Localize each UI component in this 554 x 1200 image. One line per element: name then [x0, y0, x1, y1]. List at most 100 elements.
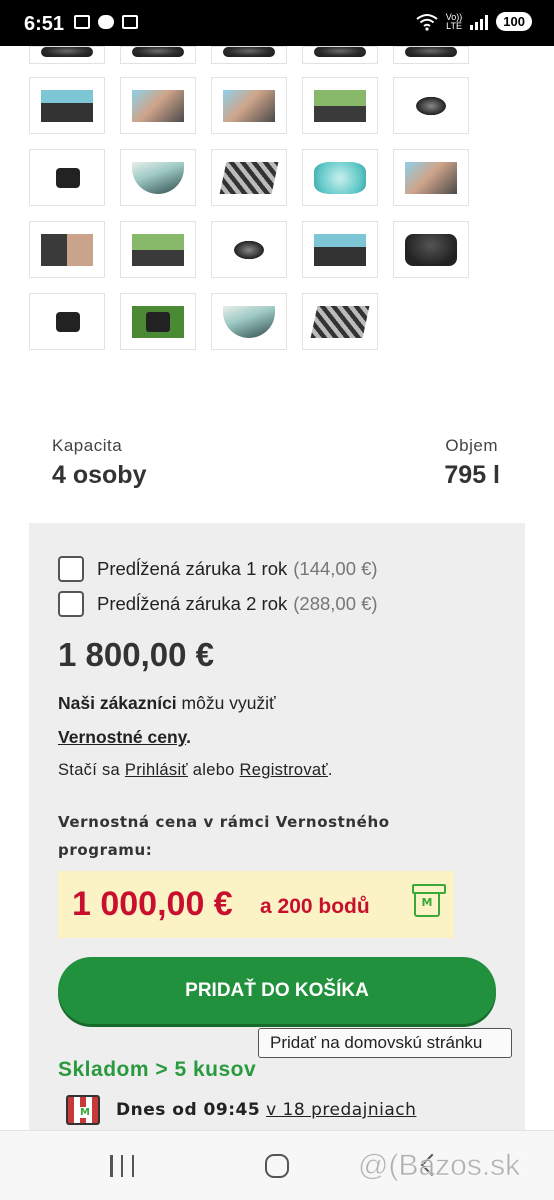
volume-label: Objem [445, 436, 498, 455]
register-link[interactable]: Registrovať [240, 761, 328, 779]
thumbnail-image [41, 234, 93, 266]
cloud-icon [98, 15, 114, 29]
system-indicators: Vo)) LTE 100 [416, 12, 532, 31]
status-time: 6:51 [24, 13, 65, 35]
loyalty-link-dot: . [186, 727, 191, 747]
loyalty-price: 1 000,00 € [72, 885, 233, 923]
thumbnail-image [223, 47, 275, 57]
product-price: 1 800,00 € [58, 636, 214, 673]
warranty-2-price: (288,00 €) [293, 593, 378, 614]
status-bar: 6:51 Vo)) LTE 100 [0, 0, 554, 46]
gallery-thumbnail[interactable] [302, 221, 378, 278]
gallery-thumbnail[interactable] [120, 77, 196, 134]
gallery-thumbnail[interactable] [120, 149, 196, 206]
image-icon [74, 15, 90, 29]
network-type: Vo)) LTE [446, 12, 463, 31]
recent-apps-icon[interactable] [110, 1155, 134, 1177]
thumbnail-image [405, 47, 457, 57]
wifi-icon [416, 13, 438, 31]
gallery-thumbnail[interactable] [29, 293, 105, 350]
gallery-thumbnail[interactable] [29, 46, 105, 64]
stock-status: Skladom > 5 kusov [58, 1058, 257, 1081]
store-icon [66, 1095, 100, 1125]
login-middle: alebo [187, 761, 240, 779]
thumbnail-image [132, 306, 184, 338]
store-availability: Dnes od 09:45 v 18 predajniach [66, 1095, 416, 1125]
login-prefix: Stačí sa [58, 761, 125, 779]
add-to-cart-button[interactable]: PRIDAŤ DO KOŠÍKA [58, 957, 496, 1024]
gallery-thumbnail[interactable] [29, 149, 105, 206]
signal-icon [470, 14, 489, 30]
gallery-thumbnail[interactable] [302, 46, 378, 64]
thumbnail-image [132, 162, 184, 194]
loyalty-heading-line-2: programu: [58, 841, 153, 859]
warranty-2-label: Predĺžená záruka 2 rok [97, 593, 288, 614]
home-icon[interactable] [265, 1154, 289, 1178]
thumbnail-image [219, 162, 279, 194]
capacity-label: Kapacita [52, 436, 123, 455]
gallery-thumbnail[interactable] [120, 293, 196, 350]
thumbnail-image [132, 90, 184, 122]
gallery-thumbnail[interactable] [211, 149, 287, 206]
add-to-homescreen-tooltip[interactable]: Pridať na domovskú stránku [258, 1028, 512, 1058]
gift-icon: M [412, 884, 446, 917]
thumbnail-image [223, 306, 275, 338]
login-suffix: . [327, 761, 333, 779]
watermark: @(Bazos.sk [357, 1149, 521, 1183]
notification-icons [74, 15, 138, 29]
gallery-thumbnail[interactable] [120, 46, 196, 64]
loyalty-link-line: Vernostné ceny. [58, 727, 191, 748]
thumbnail-image [223, 234, 275, 266]
thumbnail-image [132, 234, 184, 266]
thumbnail-image [405, 90, 457, 122]
loyalty-prices-link[interactable]: Vernostné ceny [58, 727, 186, 747]
gallery-thumbnail[interactable] [29, 221, 105, 278]
thumbnail-image [56, 312, 80, 332]
warranty-option-2[interactable]: Predĺžená záruka 2 rok (288,00 €) [58, 591, 378, 617]
lte-label: LTE [446, 20, 462, 31]
customers-bold-text: Naši zákazníci [58, 693, 177, 713]
login-line: Stačí sa Prihlásiť alebo Registrovať. [58, 761, 333, 780]
loyalty-info-line: Naši zákazníci môžu využiť [58, 693, 276, 714]
gallery-thumbnail[interactable] [211, 46, 287, 64]
volume-value: 795 l [444, 461, 500, 489]
stores-link[interactable]: v 18 predajniach [266, 1100, 416, 1120]
warranty-2-checkbox[interactable] [58, 591, 84, 617]
thumbnail-image [310, 306, 370, 338]
gallery-thumbnail[interactable] [393, 46, 469, 64]
loyalty-points: a 200 bodů [260, 895, 370, 918]
gallery-thumbnail[interactable] [211, 293, 287, 350]
store-availability-text: Dnes od 09:45 v 18 predajniach [116, 1100, 416, 1120]
warranty-1-checkbox[interactable] [58, 556, 84, 582]
navigation-bar: @(Bazos.sk [0, 1130, 554, 1200]
thumbnail-image [41, 47, 93, 57]
gallery-thumbnail[interactable] [302, 149, 378, 206]
thumbnail-image [314, 162, 366, 194]
thumbnail-image [314, 47, 366, 57]
gallery-thumbnail[interactable] [393, 221, 469, 278]
thumbnail-image [314, 234, 366, 266]
loyalty-heading-line-1: Vernostná cena v rámci Vernostného [58, 813, 390, 831]
warranty-1-price: (144,00 €) [293, 558, 378, 579]
calendar-icon [122, 15, 138, 29]
thumbnail-image [132, 47, 184, 57]
thumbnail-image [223, 90, 275, 122]
thumbnail-image [41, 90, 93, 122]
gallery-thumbnail[interactable] [29, 77, 105, 134]
gallery-thumbnail[interactable] [120, 221, 196, 278]
customers-text: môžu využiť [176, 693, 276, 713]
gallery-thumbnail[interactable] [211, 77, 287, 134]
login-link[interactable]: Prihlásiť [125, 761, 188, 779]
store-time: Dnes od 09:45 [116, 1100, 261, 1120]
gallery-thumbnail[interactable] [393, 149, 469, 206]
warranty-option-1[interactable]: Predĺžená záruka 1 rok (144,00 €) [58, 556, 378, 582]
thumbnail-image [405, 162, 457, 194]
loyalty-price-box: 1 000,00 € a 200 bodů M [58, 871, 454, 938]
gallery-thumbnail[interactable] [393, 77, 469, 134]
gallery-thumbnail[interactable] [302, 293, 378, 350]
thumbnail-image [405, 234, 457, 266]
gallery-thumbnail[interactable] [211, 221, 287, 278]
warranty-1-label: Predĺžená záruka 1 rok [97, 558, 288, 579]
gallery-thumbnail[interactable] [302, 77, 378, 134]
thumbnail-image [56, 168, 80, 188]
